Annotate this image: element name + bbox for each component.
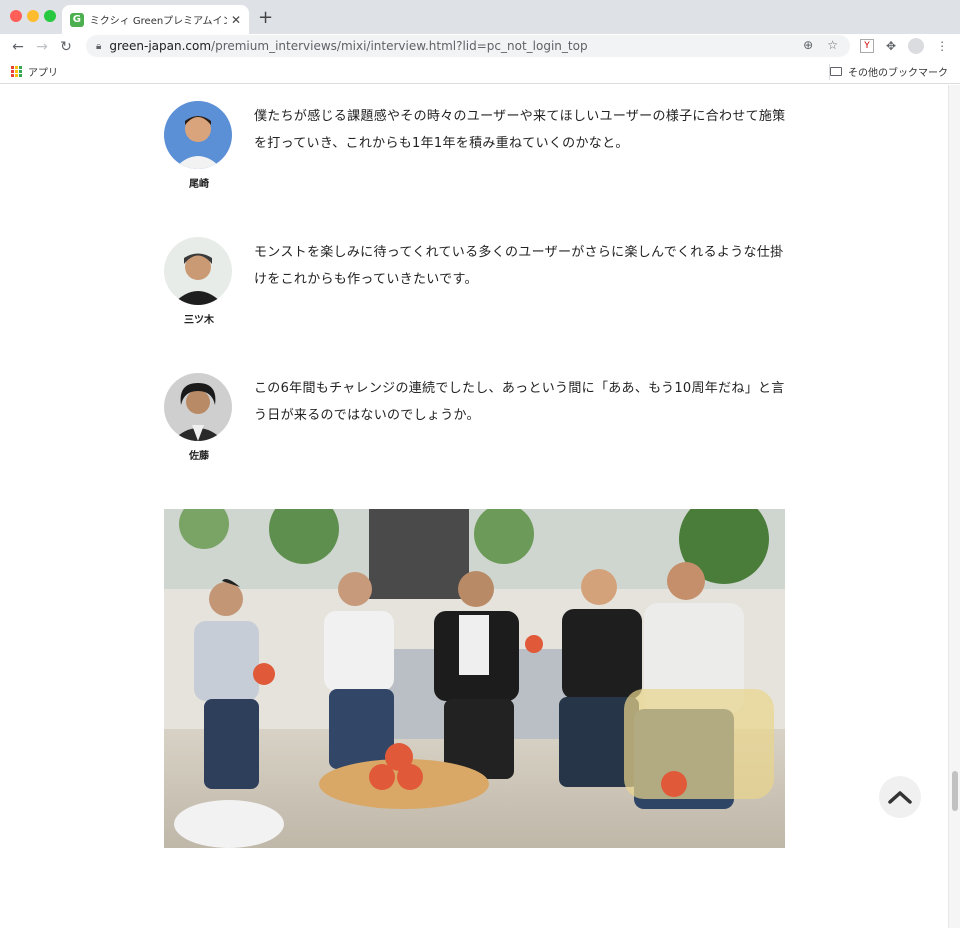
quote-text: モンストを楽しみに待ってくれている多くのユーザーがさらに楽しんでくれるような仕掛… [254,245,784,287]
tab-close-icon[interactable]: ✕ [231,13,241,27]
star-icon[interactable]: ☆ [827,38,838,52]
apps-grid-icon[interactable] [11,66,22,77]
zoom-icon[interactable]: ⊕ [803,38,813,52]
yahoo-extension-icon[interactable]: Y [860,39,874,53]
browser-tab[interactable]: G ミクシィ Greenプレミアムインタ ✕ [62,5,249,34]
other-bookmarks-label: その他のブックマーク [848,68,948,79]
chevron-up-icon [888,791,912,804]
speaker-avatar-photo [164,101,232,169]
lock-icon: 🔒︎ [96,40,102,52]
browser-toolbar: ← → ↻ 🔒︎ green-japan.com/premium_intervi… [0,34,960,60]
url-host: green-japan.com [109,39,212,53]
kebab-menu-icon[interactable]: ⋮ [936,39,948,53]
green-favicon-icon: G [70,12,84,27]
quote-text: 僕たちが感じる課題感やその時々のユーザーや来てほしいユーザーの様子に合わせて施策… [254,109,786,151]
new-tab-button[interactable]: + [258,7,273,28]
other-bookmarks-button[interactable]: その他のブックマーク [830,64,948,79]
close-window-button[interactable] [10,10,22,22]
back-arrow-icon[interactable]: ← [6,39,30,55]
maximize-window-button[interactable] [44,10,56,22]
puzzle-icon[interactable]: ✥ [886,39,896,53]
team-group-photo [164,509,785,848]
speaker-name: 佐藤 [189,451,209,462]
address-bar[interactable]: 🔒︎ green-japan.com/premium_interviews/mi… [86,35,850,57]
quote-text: この6年間もチャレンジの連続でしたし、あっという間に「ああ、もう10周年だね」と… [254,381,785,423]
url-path: /premium_interviews/mixi/interview.html?… [211,39,588,53]
page-scrollbar[interactable] [948,85,960,928]
speaker-avatar-photo [164,237,232,305]
scrollbar-thumb[interactable] [952,771,958,811]
page-content: 尾崎 僕たちが感じる課題感やその時々のユーザーや来てほしいユーザーの様子に合わせ… [0,85,948,928]
forward-arrow-icon[interactable]: → [30,39,54,55]
speaker-avatar-photo [164,373,232,441]
minimize-window-button[interactable] [27,10,39,22]
folder-icon [830,67,842,76]
speaker-name: 尾崎 [189,179,209,190]
bookmark-apps[interactable]: アプリ [28,64,58,79]
speaker-name: 三ツ木 [184,315,214,326]
scroll-to-top-button[interactable] [879,776,921,818]
browser-tab-bar: G ミクシィ Greenプレミアムインタ ✕ + [0,0,960,34]
profile-avatar-icon[interactable] [908,38,925,54]
reload-icon[interactable]: ↻ [54,39,78,55]
bookmarks-bar: アプリ その他のブックマーク [0,60,960,84]
tab-title: ミクシィ Greenプレミアムインタ [89,16,227,27]
